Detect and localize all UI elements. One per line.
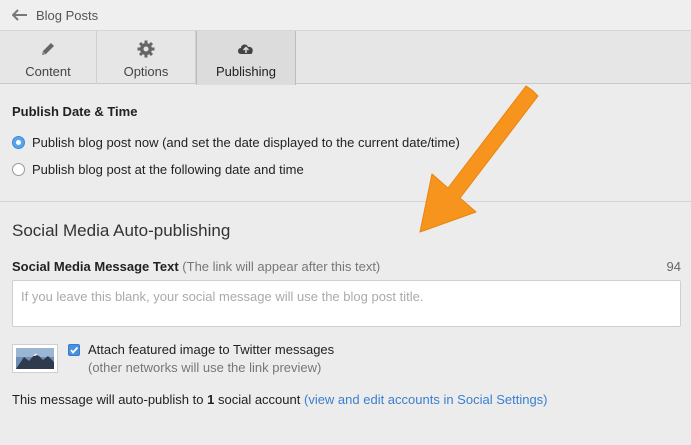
message-label: Social Media Message Text (The link will…	[12, 259, 380, 274]
tab-bar: Content Options Publishing	[0, 31, 691, 85]
message-label-row: Social Media Message Text (The link will…	[12, 259, 681, 274]
tab-options[interactable]: Options	[97, 31, 196, 84]
publish-now-option[interactable]: Publish blog post now (and set the date …	[12, 135, 460, 150]
section-divider	[0, 201, 691, 202]
autopub-prefix: This message will auto-publish to	[12, 392, 204, 407]
pencil-icon	[42, 43, 54, 55]
featured-image-thumbnail	[12, 344, 58, 373]
tab-publishing[interactable]: Publishing	[196, 31, 296, 85]
publish-later-radio[interactable]	[12, 163, 25, 176]
publish-later-option[interactable]: Publish blog post at the following date …	[12, 162, 304, 177]
publish-later-label: Publish blog post at the following date …	[32, 162, 304, 177]
tab-label: Options	[123, 64, 169, 79]
message-label-text: Social Media Message Text	[12, 259, 179, 274]
autopub-suffix: social account	[217, 392, 301, 407]
attach-image-label: Attach featured image to Twitter message…	[88, 342, 335, 357]
social-heading: Social Media Auto-publishing	[12, 221, 231, 240]
autopublish-summary: This message will auto-publish to 1 soci…	[12, 392, 548, 407]
social-message-input[interactable]	[12, 280, 681, 327]
mountain-image-icon	[16, 348, 54, 369]
publish-now-radio[interactable]	[12, 136, 25, 149]
checkmark-icon	[70, 346, 79, 354]
char-count: 94	[666, 259, 681, 274]
tab-content[interactable]: Content	[0, 31, 97, 84]
back-bar: Blog Posts	[0, 0, 691, 31]
attach-image-note: (other networks will use the link previe…	[88, 360, 322, 375]
publish-now-label: Publish blog post now (and set the date …	[32, 135, 460, 150]
arrow-back-icon[interactable]	[12, 9, 28, 21]
gear-icon	[137, 40, 155, 58]
message-hint: (The link will appear after this text)	[182, 259, 381, 274]
social-settings-link[interactable]: (view and edit accounts in Social Settin…	[304, 392, 548, 407]
back-link[interactable]: Blog Posts	[36, 8, 98, 23]
autopub-count: 1	[207, 392, 215, 407]
cloud-upload-icon	[238, 44, 253, 54]
tab-label: Publishing	[216, 64, 276, 79]
attach-image-checkbox[interactable]	[68, 344, 80, 356]
tab-label: Content	[25, 64, 71, 79]
publish-date-title: Publish Date & Time	[12, 104, 138, 119]
